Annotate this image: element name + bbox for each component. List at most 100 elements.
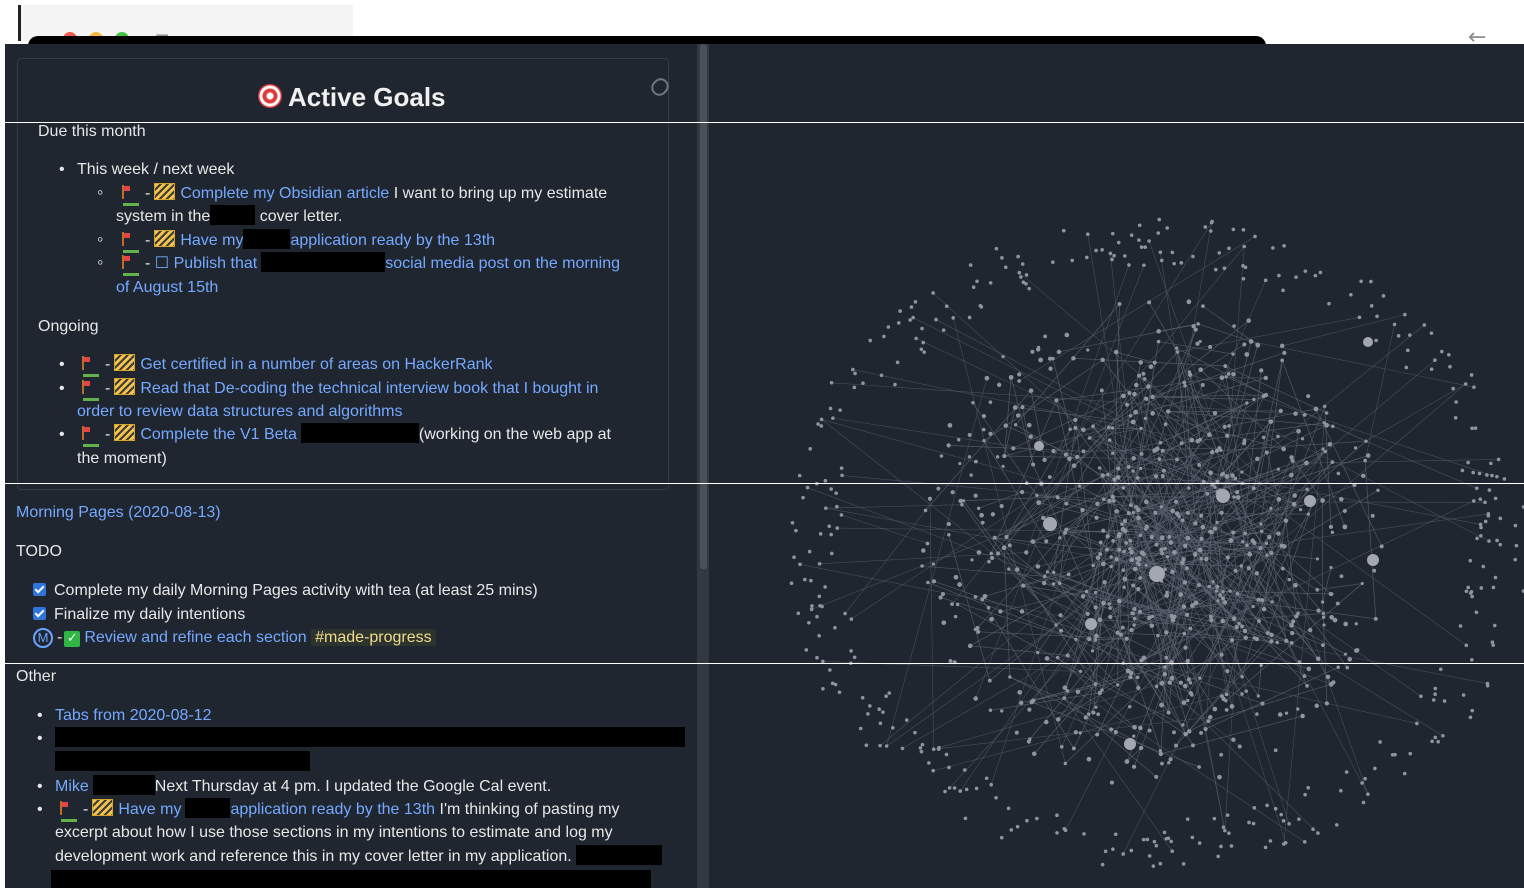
graph-node [809,607,814,612]
graph-edge [1168,410,1281,412]
graph-node [1275,640,1279,645]
graph-node [1178,680,1184,685]
graph-node [1117,301,1122,307]
todo-item[interactable]: Finalize my daily intentions [33,603,245,626]
graph-node [1303,269,1308,273]
application-item-continuation: excerpt about how I use those sections i… [55,824,613,841]
graph-edge [1256,573,1308,686]
morning-pages-link[interactable]: Morning Pages (2020-08-13) [16,501,221,524]
goal-link[interactable]: Publish that [174,255,258,272]
link-icon[interactable] [647,74,673,100]
graph-node [1090,649,1095,653]
graph-node [1170,849,1174,853]
graph-node [1021,583,1026,588]
graph-node [911,315,915,320]
graph-node [1139,550,1145,556]
graph-node [833,625,837,630]
ongoing-link[interactable]: Complete the V1 Beta [140,426,297,443]
todo-heading: TODO [16,543,62,560]
checked-checkbox[interactable] [33,583,46,596]
graph-canvas[interactable] [765,154,1524,884]
graph-node [923,508,928,513]
graph-node [1064,527,1069,532]
graph-node [1199,536,1204,541]
application-item: -Have myapplication ready by the 13th I'… [37,798,620,822]
graph-node [1306,666,1312,672]
graph-node [920,564,924,568]
graph-node [1007,543,1012,548]
graph-node [1136,586,1141,592]
graph-node [1100,862,1105,867]
goal-link[interactable]: Have my [180,232,243,249]
graph-node [1130,419,1136,425]
graph-node [1035,816,1039,821]
graph-node [1008,375,1014,380]
graph-node [1293,582,1298,588]
construction-icon [154,230,176,247]
graph-node [1186,698,1190,703]
graph-node [1162,830,1167,835]
graph-node [1059,628,1064,633]
unchecked-box-icon[interactable]: ☐ [155,255,169,272]
graph-node [1246,318,1251,323]
graph-node [1201,304,1205,309]
graph-node [1154,474,1159,479]
ongoing-link[interactable]: Get certified in a number of areas on Ha… [140,356,492,373]
checked-checkbox[interactable] [33,607,46,620]
graph-node [1113,349,1119,355]
graph-node [1127,704,1132,709]
graph-node [1369,279,1373,284]
graph-node [989,616,994,622]
graph-node [1248,339,1254,344]
made-progress-tag[interactable]: #made-progress [311,629,436,646]
graph-node [1080,594,1086,599]
graph-node [853,371,857,376]
goal-item: - ☐ Publish thatsocial media post on the… [97,251,620,276]
graph-node [1204,556,1209,562]
graph-node [1196,322,1200,326]
graph-node [877,707,882,712]
graph-node [1197,765,1201,769]
graph-node [1257,619,1261,623]
mike-link[interactable]: Mike [55,778,89,795]
graph-node [963,816,968,821]
graph-node [1000,256,1004,260]
graph-node [1315,587,1320,592]
graph-node [1143,499,1149,505]
goal-link[interactable]: Complete my Obsidian article [180,185,389,202]
graph-node [1256,694,1260,698]
progress-link[interactable]: Review and refine each section [84,629,306,646]
graph-node [1254,636,1260,642]
graph-node [1003,423,1008,428]
graph-node [1112,253,1116,258]
graph-node [1078,669,1083,674]
application-link[interactable]: Have my [118,801,181,818]
graph-node [1074,454,1080,460]
graph-node [967,455,972,459]
graph-node [1156,329,1161,334]
graph-node [1321,611,1326,616]
graph-node [817,594,822,599]
graph-node [1390,752,1395,757]
graph-node [1003,265,1008,270]
graph-node [967,643,973,649]
graph-node [1392,322,1397,327]
graph-node [1147,239,1151,243]
graph-node [1139,245,1144,249]
graph-node [1224,692,1229,697]
tabs-link[interactable]: Tabs from 2020-08-12 [37,704,211,727]
note-editor-pane: Active Goals Due this month This week / … [5,44,697,888]
graph-node [1035,493,1039,498]
graph-node [1056,655,1060,660]
redacted-text [185,798,231,818]
graph-node [1136,685,1141,690]
graph-node [1127,263,1131,267]
ongoing-link[interactable]: Read that De-coding the technical interv… [140,380,598,397]
graph-node [1111,538,1115,543]
graph-node [1063,761,1068,766]
todo-item[interactable]: Complete my daily Morning Pages activity… [33,579,538,602]
graph-node [981,427,986,432]
graph-view[interactable] [765,154,1524,884]
graph-node [1321,615,1326,619]
graph-node [1190,603,1195,608]
